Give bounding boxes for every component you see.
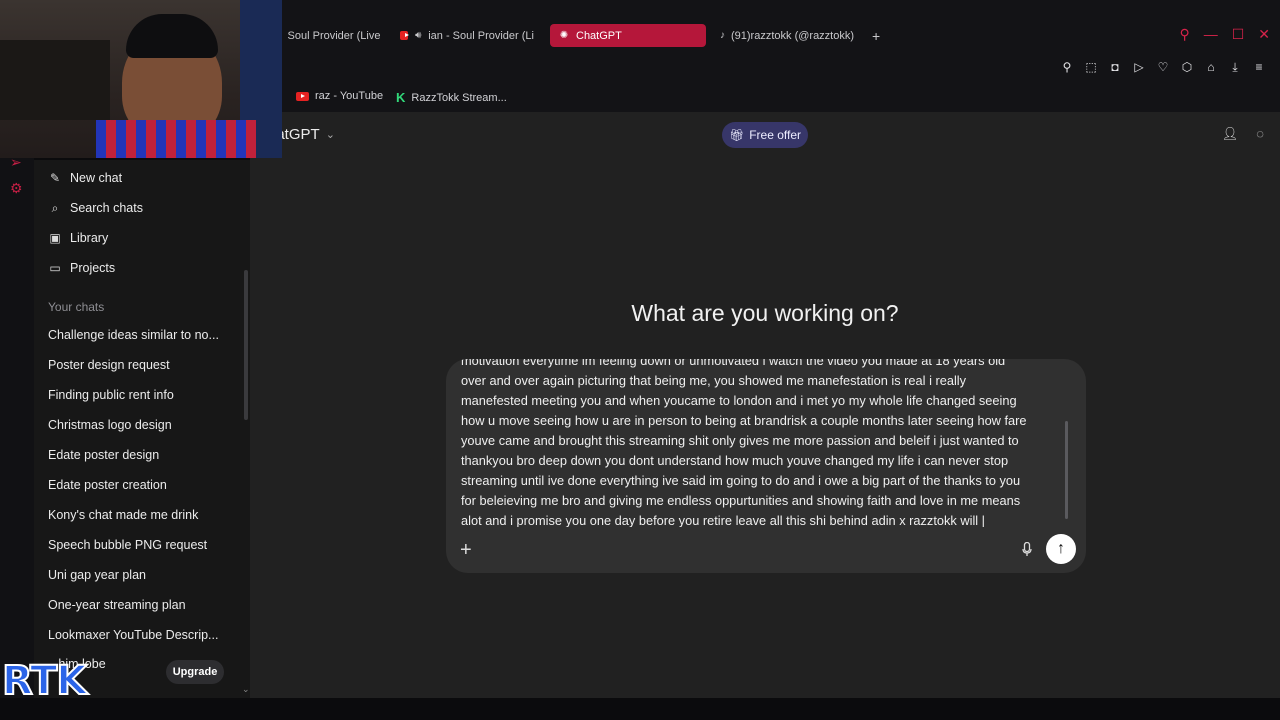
bookmark-raz-youtube[interactable]: raz - YouTube (296, 90, 383, 102)
plus-icon: + (872, 27, 881, 44)
chat-main: hatGPT ⌄ 🎁︎ Free offer 👤︎ ◌ What are you… (250, 112, 1280, 698)
sidebar-scrollbar[interactable] (244, 270, 248, 420)
maximize-icon[interactable]: ☐ (1232, 26, 1245, 43)
browser-side-strip: ➢ ⚙ (0, 112, 34, 698)
upgrade-button[interactable]: Upgrade (166, 660, 224, 684)
screenshot-icon[interactable]: ⬚ (1084, 60, 1098, 74)
chat-item[interactable]: Challenge ideas similar to no... (48, 328, 233, 342)
send-button[interactable]: ↑ (1046, 534, 1076, 564)
menu-icon[interactable]: ≡ (1252, 60, 1266, 74)
extensions-icon[interactable]: ⬡ (1180, 60, 1194, 74)
bookmark-razztokk-stream[interactable]: K RazzTokk Stream... (396, 90, 507, 105)
pocket-icon[interactable]: ◘ (1108, 60, 1122, 74)
your-chats-heading: Your chats (48, 300, 105, 314)
projects-icon: ▭ (49, 261, 61, 275)
header-actions: 👤︎ ◌ (1222, 126, 1264, 142)
heart-icon[interactable]: ♡ (1156, 60, 1170, 74)
new-chat-button[interactable]: ✎ New chat (48, 171, 122, 185)
window-controls: ⚲ — ☐ ✕ (1179, 26, 1270, 43)
library-label: Library (70, 231, 109, 245)
free-offer-label: Free offer (749, 128, 802, 142)
chevron-down-icon: ⌄ (325, 129, 335, 141)
tab-label: ChatGPT (576, 29, 622, 42)
prompt-line: thankyou bro deep down you dont understa… (461, 453, 1009, 468)
tab-chatgpt[interactable]: ✺ ChatGPT (550, 24, 706, 47)
bookmark-label: RazzTokk Stream... (411, 91, 507, 104)
library-button[interactable]: ▣ Library (48, 231, 108, 245)
gift-icon: 🎁︎ (728, 128, 745, 142)
new-tab-button[interactable]: + (868, 24, 888, 47)
new-chat-icon: ✎ (49, 171, 61, 185)
youtube-icon (400, 31, 410, 40)
webcam-background (0, 40, 110, 120)
play-icon[interactable]: ▷ (1132, 60, 1146, 74)
chat-item[interactable]: Kony's chat made me drink (48, 508, 233, 522)
screen: ◦ Soul Provider (Live P 🔊︎ ian - Soul Pr… (0, 0, 1280, 720)
chat-item[interactable]: Poster design request (48, 358, 233, 372)
headphones (126, 14, 218, 58)
tab-label: (91)razztokk (@razztokk) (731, 29, 855, 42)
prompt-line: youve came and brought this streaming sh… (461, 433, 1019, 448)
library-icon: ▣ (49, 231, 61, 245)
prompt-line: how u move seeing how u are in person to… (461, 413, 1027, 428)
kick-icon: K (396, 90, 406, 105)
streamer-shirt (96, 120, 256, 158)
prompt-line: streaming until ive done everything ive … (461, 473, 1021, 488)
temporary-chat-icon[interactable]: ◌ (1256, 126, 1264, 142)
arrow-up-icon: ↑ (1057, 540, 1065, 557)
bottom-bar (0, 698, 1280, 720)
prompt-line: motivation everytime im feeling down or … (461, 359, 1006, 368)
attach-plus-icon[interactable]: + (460, 539, 472, 562)
projects-label: Projects (70, 261, 116, 275)
search-icon: ⌕ (51, 200, 59, 215)
microphone-icon[interactable] (1020, 541, 1034, 557)
prompt-line: for beleieving me bro and giving me endl… (461, 493, 1021, 508)
chat-item[interactable]: Christmas logo design (48, 418, 233, 432)
search-chats-label: Search chats (70, 201, 143, 215)
tab-label: ian - Soul Provider (Li (428, 29, 534, 42)
prompt-line: manefested meeting you and when youcame … (461, 393, 1017, 408)
tiktok-icon: ♪ (720, 30, 725, 41)
tab-razztokk-tiktok[interactable]: ♪ (91)razztokk (@razztokk) (712, 24, 862, 47)
chevron-down-icon[interactable]: ⌄ (242, 684, 250, 695)
chat-item[interactable]: Edate poster design (48, 448, 233, 462)
tab-label: Soul Provider (Live P (287, 29, 382, 42)
page-title: What are you working on? (631, 300, 899, 326)
youtube-icon (296, 91, 309, 101)
search-icon[interactable]: ⚲ (1179, 26, 1189, 43)
search-chats-button[interactable]: ⌕ Search chats (48, 200, 143, 216)
download-icon[interactable]: ⤓ (1228, 60, 1242, 74)
chat-item[interactable]: Lookmaxer YouTube Descrip... (48, 628, 233, 642)
tab-soul-provider-live[interactable]: ◦ Soul Provider (Live P (270, 24, 382, 47)
free-offer-button[interactable]: 🎁︎ Free offer (722, 122, 808, 148)
projects-button[interactable]: ▭ Projects (48, 261, 115, 275)
chat-sidebar: ✎ New chat ⌕ Search chats ▣ Library ▭ Pr… (34, 160, 250, 698)
minimize-icon[interactable]: — (1204, 26, 1218, 43)
speaker-icon: 🔊︎ (415, 30, 422, 41)
composer-scrollbar[interactable] (1065, 421, 1068, 519)
prompt-input[interactable]: motivation everytime im feeling down or … (461, 359, 1061, 527)
close-icon[interactable]: ✕ (1258, 26, 1270, 43)
new-chat-label: New chat (70, 171, 123, 185)
rtk-logo: RTK (1, 657, 88, 705)
chatgpt-icon: ✺ (559, 30, 569, 41)
settings-icon[interactable]: ⚙ (10, 180, 23, 197)
tab-ian-soul-provider[interactable]: 🔊︎ ian - Soul Provider (Li (392, 24, 542, 47)
chat-item[interactable]: Uni gap year plan (48, 568, 233, 582)
prompt-line: over and over again picturing that being… (461, 373, 967, 388)
webcam-overlay (0, 0, 282, 158)
chat-item[interactable]: Finding public rent info (48, 388, 233, 402)
prompt-line: alot and i promise you one day before yo… (461, 513, 986, 527)
account-icon[interactable]: ⌂ (1204, 60, 1218, 74)
chat-item[interactable]: One-year streaming plan (48, 598, 233, 612)
add-people-icon[interactable]: 👤︎ (1222, 126, 1239, 142)
bookmark-label: raz - YouTube (315, 90, 384, 102)
pin-icon[interactable]: ⚲ (1060, 60, 1074, 74)
composer: motivation everytime im feeling down or … (446, 359, 1086, 573)
chat-item[interactable]: Edate poster creation (48, 478, 233, 492)
chat-item[interactable]: Speech bubble PNG request (48, 538, 233, 552)
